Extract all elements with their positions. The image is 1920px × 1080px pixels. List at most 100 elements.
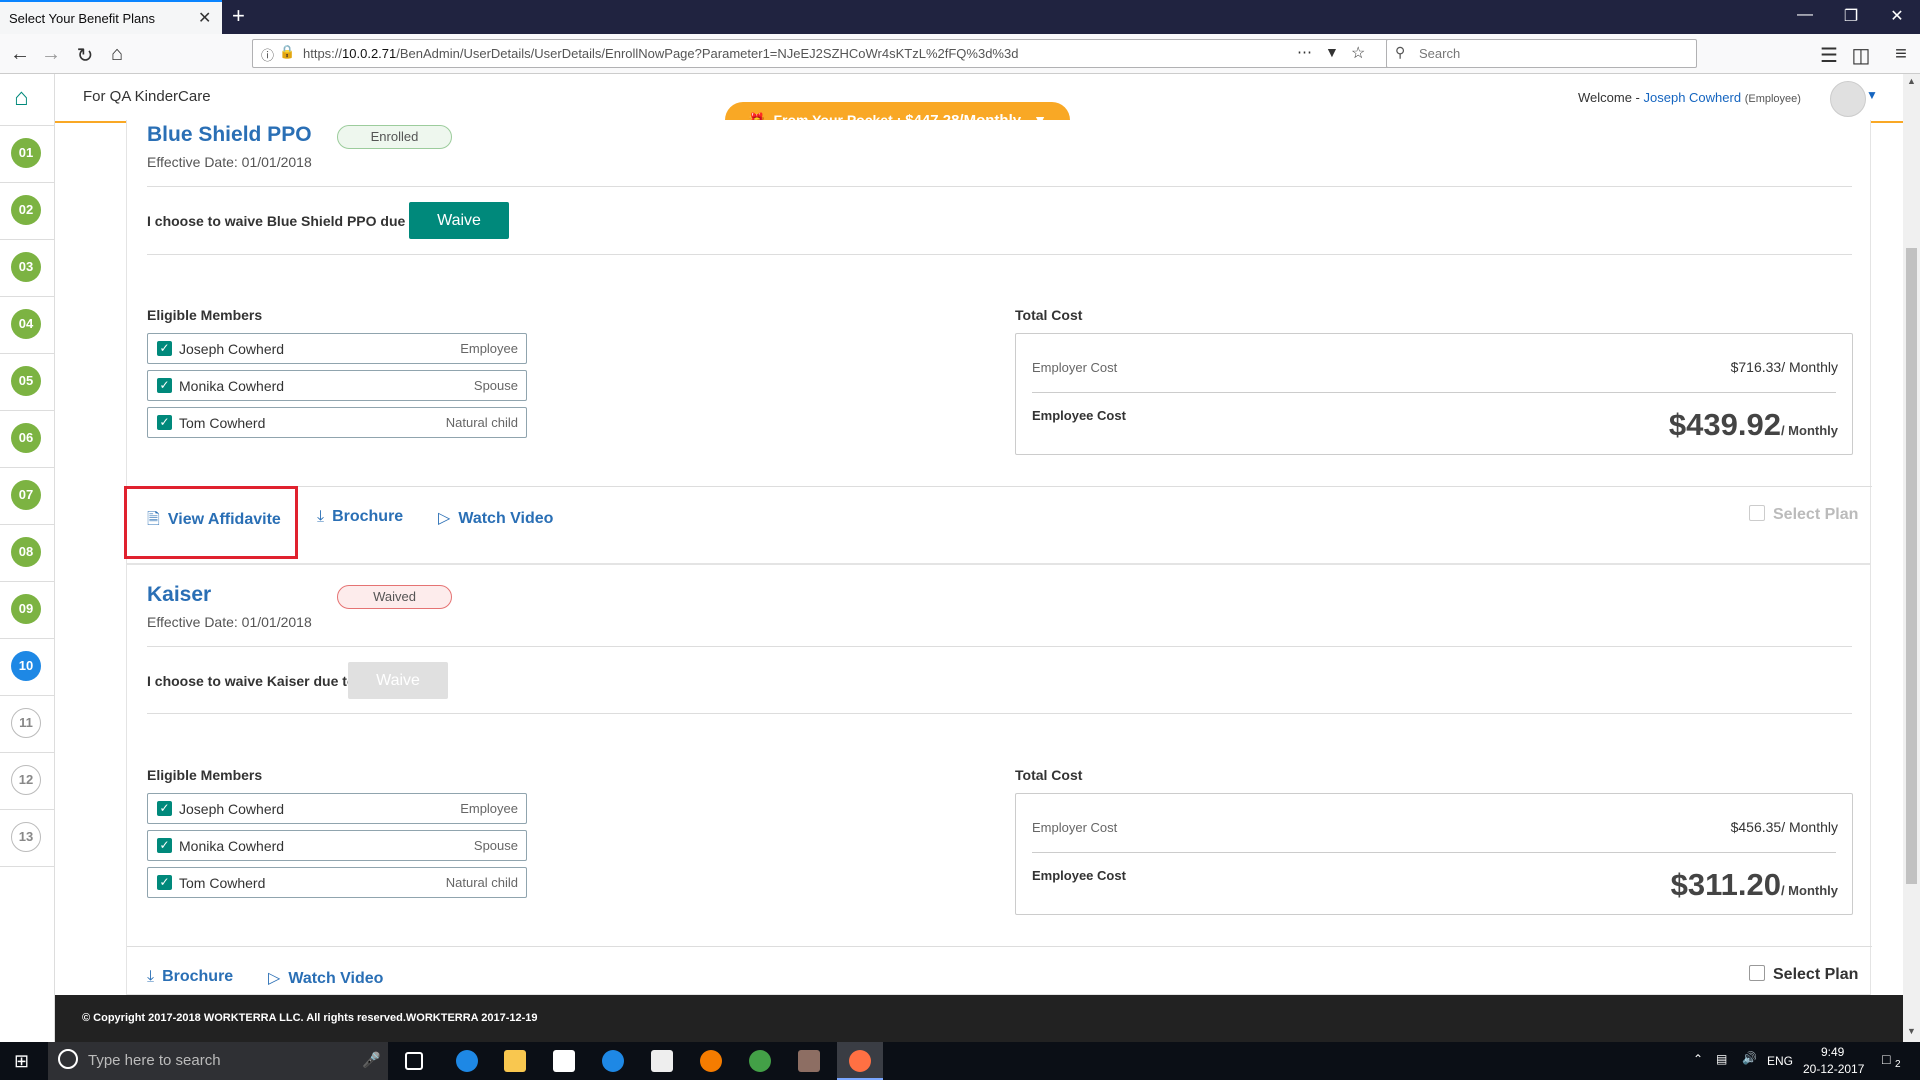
info-icon[interactable]: ⓘ bbox=[261, 45, 274, 64]
scrollbar-thumb[interactable] bbox=[1906, 248, 1917, 884]
bookmark-star-icon[interactable]: ☆ bbox=[1351, 43, 1365, 63]
status-badge: Enrolled bbox=[337, 125, 452, 149]
chevron-down-icon[interactable]: ▼ bbox=[1866, 88, 1878, 102]
member-row[interactable]: ✓ Tom Cowherd Natural child bbox=[147, 867, 527, 898]
url-text[interactable]: https://10.0.2.71/BenAdmin/UserDetails/U… bbox=[303, 46, 1018, 61]
step-11[interactable]: 11 bbox=[11, 708, 41, 738]
library-icon[interactable]: ☰ bbox=[1816, 43, 1842, 68]
url-bar[interactable]: ⓘ 🔒 https://10.0.2.71/BenAdmin/UserDetai… bbox=[252, 39, 1412, 68]
minimize-icon[interactable]: — bbox=[1785, 6, 1825, 24]
waive-button[interactable]: Waive bbox=[409, 202, 509, 239]
edge-icon[interactable] bbox=[456, 1050, 478, 1072]
safari-icon[interactable] bbox=[602, 1050, 624, 1072]
browser-search-input[interactable]: ⚲ Search bbox=[1386, 39, 1697, 68]
brochure-link[interactable]: ⤓ Brochure bbox=[147, 968, 233, 986]
mail-icon[interactable] bbox=[651, 1050, 673, 1072]
browser-tab[interactable]: Select Your Benefit Plans ✕ bbox=[0, 0, 222, 34]
chrome-icon[interactable] bbox=[749, 1050, 771, 1072]
step-10[interactable]: 10 bbox=[11, 651, 41, 681]
archive-icon[interactable] bbox=[798, 1050, 820, 1072]
clock-time[interactable]: 9:49 bbox=[1821, 1045, 1844, 1059]
step-01[interactable]: 01 bbox=[11, 138, 41, 168]
member-relation: Spouse bbox=[473, 838, 518, 853]
taskbar: ⊞ Type here to search 🎤 ⌃ ▤ 🔊 ENG 9:49 2… bbox=[0, 1042, 1920, 1080]
windows-start-icon[interactable]: ⊞ bbox=[14, 1051, 29, 1072]
restore-icon[interactable]: ❐ bbox=[1831, 6, 1871, 26]
tab-close-icon[interactable]: ✕ bbox=[198, 8, 211, 28]
step-13[interactable]: 13 bbox=[11, 822, 41, 852]
member-row[interactable]: ✓ Monika Cowherd Spouse bbox=[147, 370, 527, 401]
page-footer: © Copyright 2017-2018 WORKTERRA LLC. All… bbox=[55, 995, 1903, 1042]
watch-video-link[interactable]: ▷ Watch Video bbox=[438, 508, 553, 528]
cortana-icon bbox=[58, 1049, 78, 1069]
step-04[interactable]: 04 bbox=[11, 309, 41, 339]
checkbox-icon[interactable]: ✓ bbox=[157, 415, 172, 430]
file-explorer-icon[interactable] bbox=[504, 1050, 526, 1072]
step-03[interactable]: 03 bbox=[11, 252, 41, 282]
member-row[interactable]: ✓ Monika Cowherd Spouse bbox=[147, 830, 527, 861]
employee-cost-amount: $439.92 bbox=[1668, 407, 1781, 442]
clock-date[interactable]: 20-12-2017 bbox=[1803, 1062, 1864, 1076]
page-actions-icon[interactable]: ⋯ bbox=[1297, 43, 1312, 61]
step-02[interactable]: 02 bbox=[11, 195, 41, 225]
user-name[interactable]: Joseph Cowherd bbox=[1644, 90, 1742, 105]
member-row[interactable]: ✓ Tom Cowherd Natural child bbox=[147, 407, 527, 438]
forward-icon[interactable]: → bbox=[38, 43, 64, 66]
notifications-icon[interactable]: □ bbox=[1882, 1051, 1890, 1067]
step-divider bbox=[0, 695, 55, 696]
microphone-icon[interactable]: 🎤 bbox=[362, 1051, 381, 1069]
select-plan-checkbox[interactable]: Select Plan bbox=[1749, 505, 1858, 524]
employee-cost-unit: / Monthly bbox=[1780, 883, 1838, 898]
eligible-members-heading: Eligible Members bbox=[147, 307, 263, 323]
search-placeholder: Search bbox=[1419, 46, 1461, 61]
url-host: 10.0.2.71 bbox=[342, 46, 397, 61]
plan-title: Kaiser bbox=[147, 583, 212, 606]
network-icon[interactable]: ▤ bbox=[1716, 1052, 1727, 1066]
task-view-icon[interactable] bbox=[405, 1052, 423, 1070]
scroll-down-icon[interactable]: ▼ bbox=[1907, 1026, 1916, 1036]
plan-card: Blue Shield PPO Enrolled Effective Date:… bbox=[126, 120, 1872, 564]
window-close-icon[interactable]: ✕ bbox=[1877, 6, 1917, 26]
app-flame-icon[interactable] bbox=[700, 1050, 722, 1072]
checkbox-icon[interactable] bbox=[1749, 965, 1765, 981]
checkbox-icon[interactable]: ✓ bbox=[157, 838, 172, 853]
taskbar-search-input[interactable]: Type here to search 🎤 bbox=[48, 1042, 388, 1080]
play-icon: ▷ bbox=[268, 970, 281, 987]
home-icon[interactable]: ⌂ bbox=[104, 43, 130, 66]
avatar[interactable] bbox=[1830, 81, 1866, 117]
step-07[interactable]: 07 bbox=[11, 480, 41, 510]
home-icon[interactable]: ⌂ bbox=[14, 84, 29, 112]
pocket-save-icon[interactable]: ▼ bbox=[1325, 44, 1339, 60]
back-icon[interactable]: ← bbox=[7, 43, 33, 66]
step-08[interactable]: 08 bbox=[11, 537, 41, 567]
employer-cost-value: $456.35/ Monthly bbox=[1730, 819, 1838, 835]
member-row[interactable]: ✓ Joseph Cowherd Employee bbox=[147, 333, 527, 364]
sidebar-icon[interactable]: ◫ bbox=[1848, 43, 1874, 68]
member-row[interactable]: ✓ Joseph Cowherd Employee bbox=[147, 793, 527, 824]
brochure-link[interactable]: ⤓ Brochure bbox=[317, 508, 403, 526]
menu-icon[interactable]: ≡ bbox=[1888, 43, 1914, 66]
step-05[interactable]: 05 bbox=[11, 366, 41, 396]
step-12[interactable]: 12 bbox=[11, 765, 41, 795]
plan-card: Kaiser Waived Effective Date: 01/01/2018… bbox=[126, 564, 1872, 995]
employer-cost-label: Employer Cost bbox=[1032, 360, 1118, 375]
store-icon[interactable] bbox=[553, 1050, 575, 1072]
watch-video-link[interactable]: ▷ Watch Video bbox=[268, 968, 383, 988]
step-09[interactable]: 09 bbox=[11, 594, 41, 624]
scroll-up-icon[interactable]: ▲ bbox=[1907, 76, 1916, 86]
volume-icon[interactable]: 🔊 bbox=[1742, 1051, 1757, 1065]
language-indicator[interactable]: ENG bbox=[1767, 1054, 1793, 1068]
waive-button[interactable]: Waive bbox=[348, 662, 448, 699]
checkbox-icon[interactable]: ✓ bbox=[157, 875, 172, 890]
select-plan-checkbox[interactable]: Select Plan bbox=[1749, 965, 1858, 984]
firefox-taskbar-button[interactable] bbox=[837, 1042, 883, 1080]
step-06[interactable]: 06 bbox=[11, 423, 41, 453]
checkbox-icon[interactable]: ✓ bbox=[157, 378, 172, 393]
checkbox-icon[interactable]: ✓ bbox=[157, 341, 172, 356]
checkbox-icon[interactable]: ✓ bbox=[157, 801, 172, 816]
reload-icon[interactable]: ↻ bbox=[72, 43, 98, 68]
show-hidden-icons-icon[interactable]: ⌃ bbox=[1693, 1052, 1703, 1066]
checkbox-icon[interactable] bbox=[1749, 505, 1765, 521]
new-tab-button[interactable]: + bbox=[232, 3, 245, 29]
member-name: Tom Cowherd bbox=[179, 415, 266, 431]
